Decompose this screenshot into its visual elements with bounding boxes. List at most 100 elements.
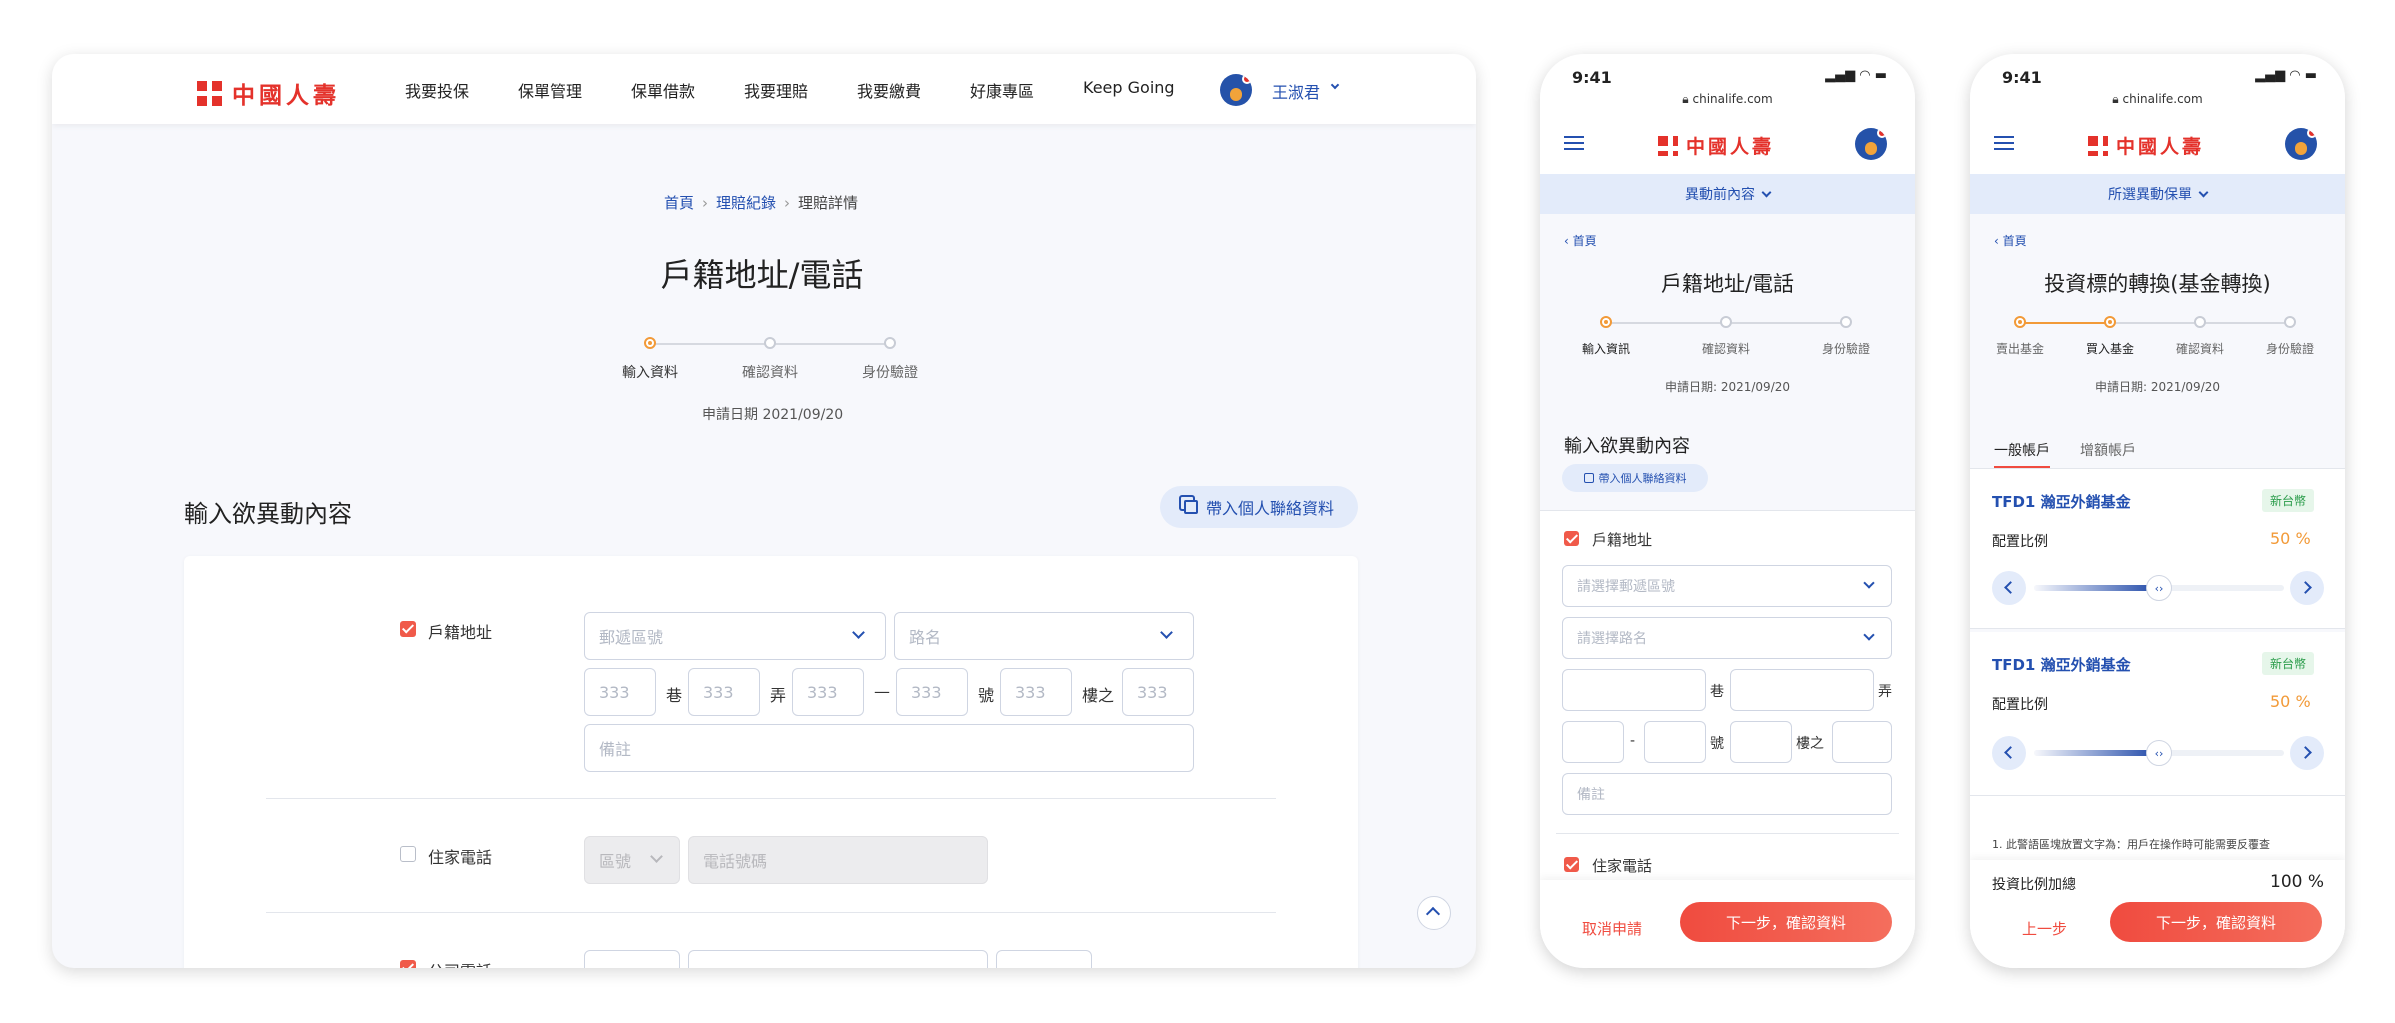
alley-field[interactable]: 333 bbox=[792, 668, 864, 716]
lane-field[interactable] bbox=[1562, 669, 1706, 711]
number-sub-field[interactable] bbox=[1730, 721, 1792, 763]
tab-general-account[interactable]: 一般帳戶 bbox=[1994, 440, 2050, 468]
step-dot-3 bbox=[2194, 316, 2206, 328]
brand-logo[interactable]: 中國人壽 bbox=[2088, 132, 2204, 161]
office-phone-field[interactable] bbox=[688, 950, 988, 968]
nav-item-insure[interactable]: 我要投保 bbox=[405, 78, 518, 102]
number-field[interactable]: 333 bbox=[896, 668, 968, 716]
unit-number: 號 bbox=[1710, 736, 1724, 752]
import-contact-button[interactable]: 帶入個人聯絡資料 bbox=[1562, 464, 1708, 492]
step-dot-3 bbox=[884, 337, 896, 349]
user-avatar[interactable] bbox=[1855, 128, 1887, 160]
back-link[interactable]: ‹ 首頁 bbox=[1564, 232, 1597, 249]
note-field[interactable]: 備註 bbox=[584, 724, 1194, 772]
home-phone-label: 住家電話 bbox=[1592, 857, 1653, 875]
road-name-select[interactable]: 請選擇路名 bbox=[1562, 617, 1892, 659]
ratio-increase-button[interactable] bbox=[2290, 571, 2324, 605]
fund-card: TFD1 瀚亞外銷基金 新台幣 配置比例 50 % ‹› bbox=[1970, 469, 2345, 629]
previous-content-dropdown[interactable]: 異動前內容 bbox=[1540, 174, 1915, 214]
home-phone-field[interactable]: 電話號碼 bbox=[688, 836, 988, 884]
household-address-checkbox[interactable] bbox=[400, 621, 416, 637]
selected-policy-dropdown[interactable]: 所選異動保單 bbox=[1970, 174, 2345, 214]
unit-dash: - bbox=[1630, 733, 1636, 749]
url-text: chinalife.com bbox=[1692, 92, 1773, 106]
ratio-decrease-button[interactable] bbox=[1992, 571, 2026, 605]
ratio-unit: % bbox=[2295, 692, 2311, 711]
ratio-increase-button[interactable] bbox=[2290, 736, 2324, 770]
nav-item-keep-going[interactable]: Keep Going bbox=[1083, 78, 1203, 102]
user-menu-chevron-icon[interactable] bbox=[1330, 80, 1340, 90]
nav-item-loan[interactable]: 保單借款 bbox=[631, 78, 744, 102]
postal-code-select[interactable]: 郵遞區號 bbox=[584, 612, 886, 660]
ratio-slider[interactable]: ‹› bbox=[2034, 575, 2284, 601]
page-title: 戶籍地址/電話 bbox=[1660, 272, 1795, 296]
lane-field[interactable]: 333 bbox=[688, 668, 760, 716]
office-phone-checkbox[interactable] bbox=[400, 960, 416, 968]
back-link[interactable]: ‹ 首頁 bbox=[1994, 232, 2027, 249]
unit-alley: 弄 bbox=[1878, 684, 1892, 700]
nav-item-policy[interactable]: 保單管理 bbox=[518, 78, 631, 102]
top-nav-bar: 中國人壽 我要投保 保單管理 保單借款 我要理賠 我要繳費 好康專區 Keep … bbox=[52, 54, 1476, 124]
user-avatar[interactable] bbox=[2285, 128, 2317, 160]
breadcrumb-home[interactable]: 首頁 bbox=[664, 192, 694, 213]
step-label-1: 輸入資料 bbox=[622, 365, 678, 381]
step-dot-2 bbox=[2104, 316, 2116, 328]
page-title: 投資標的轉換(基金轉換) bbox=[2044, 272, 2271, 296]
nav-item-pay[interactable]: 我要繳費 bbox=[857, 78, 970, 102]
menu-icon[interactable] bbox=[1564, 136, 1584, 150]
tab-extra-account[interactable]: 增額帳戶 bbox=[2080, 440, 2136, 460]
brand-logo[interactable]: 中國人壽 bbox=[197, 76, 340, 110]
number-sub-field[interactable]: 333 bbox=[1000, 668, 1072, 716]
currency-badge: 新台幣 bbox=[2262, 652, 2315, 675]
note-field[interactable]: 備註 bbox=[1562, 773, 1892, 815]
scroll-to-top-button[interactable] bbox=[1417, 896, 1451, 930]
ratio-slider[interactable]: ‹› bbox=[2034, 740, 2284, 766]
breadcrumb-claims[interactable]: 理賠紀錄 bbox=[716, 192, 776, 213]
next-confirm-button[interactable]: 下一步，確認資料 bbox=[2110, 902, 2322, 942]
step-label-2: 確認資料 bbox=[742, 365, 798, 381]
postal-code-select[interactable]: 請選擇郵遞區號 bbox=[1562, 565, 1892, 607]
nav-item-claim[interactable]: 我要理賠 bbox=[744, 78, 857, 102]
user-avatar[interactable] bbox=[1220, 74, 1252, 106]
unit-lane: 巷 bbox=[666, 686, 683, 705]
nav-item-offers[interactable]: 好康專區 bbox=[970, 78, 1083, 102]
prev-step-button[interactable]: 上一步 bbox=[2022, 918, 2067, 939]
alley-field[interactable] bbox=[1730, 669, 1874, 711]
floor-field[interactable]: 333 bbox=[1122, 668, 1194, 716]
note-placeholder: 備註 bbox=[599, 740, 632, 759]
section-field[interactable] bbox=[1562, 721, 1624, 763]
user-name[interactable]: 王淑君 bbox=[1272, 79, 1320, 103]
step-label-4: 身份驗證 bbox=[2266, 342, 2315, 356]
step-dot-2 bbox=[764, 337, 776, 349]
form-card: 戶籍地址 郵遞區號 路名 333 巷 333 弄 333 — 333 號 333… bbox=[184, 556, 1358, 968]
cancel-application-button[interactable]: 取消申請 bbox=[1582, 918, 1642, 939]
main-nav: 我要投保 保單管理 保單借款 我要理賠 我要繳費 好康專區 Keep Going bbox=[405, 78, 1203, 102]
floor-field[interactable] bbox=[1832, 721, 1892, 763]
office-area-code-select[interactable] bbox=[584, 950, 680, 968]
home-phone-checbox[interactable] bbox=[400, 846, 416, 862]
home-phone-label: 住家電話 bbox=[428, 848, 493, 867]
ratio-slider-thumb[interactable]: ‹› bbox=[2146, 740, 2172, 766]
back-link-label: 首頁 bbox=[2002, 234, 2027, 248]
household-address-checkbox[interactable] bbox=[1564, 531, 1579, 546]
menu-icon[interactable] bbox=[1994, 136, 2014, 150]
road-name-select[interactable]: 路名 bbox=[894, 612, 1194, 660]
section-field[interactable]: 333 bbox=[584, 668, 656, 716]
step-label-3: 身份驗證 bbox=[1822, 342, 1871, 356]
section-title: 輸入欲異動內容 bbox=[1564, 436, 1690, 457]
status-icons: ▂▄▆ ◠ ▬ bbox=[2255, 68, 2317, 83]
ratio-decrease-button[interactable] bbox=[1992, 736, 2026, 770]
ratio-slider-thumb[interactable]: ‹› bbox=[2146, 575, 2172, 601]
notice-text: 1. 此警語區塊放置文字為：用戶在操作時可能需要反覆查 bbox=[1992, 838, 2270, 851]
lock-icon: 🔒︎ bbox=[1682, 92, 1693, 106]
next-confirm-button[interactable]: 下一步，確認資料 bbox=[1680, 902, 1892, 942]
extension-field[interactable] bbox=[996, 950, 1092, 968]
ratio-label: 配置比例 bbox=[1992, 534, 2048, 550]
apply-date: 申請日期 2021/09/20 bbox=[702, 407, 844, 423]
step-label-3: 身份驗證 bbox=[862, 365, 918, 381]
brand-logo[interactable]: 中國人壽 bbox=[1658, 132, 1774, 161]
number-field[interactable] bbox=[1644, 721, 1706, 763]
home-phone-checkbox[interactable] bbox=[1564, 857, 1579, 872]
import-contact-button[interactable]: 帶入個人聯絡資料 bbox=[1160, 486, 1358, 528]
area-code-select[interactable]: 區號 bbox=[584, 836, 680, 884]
